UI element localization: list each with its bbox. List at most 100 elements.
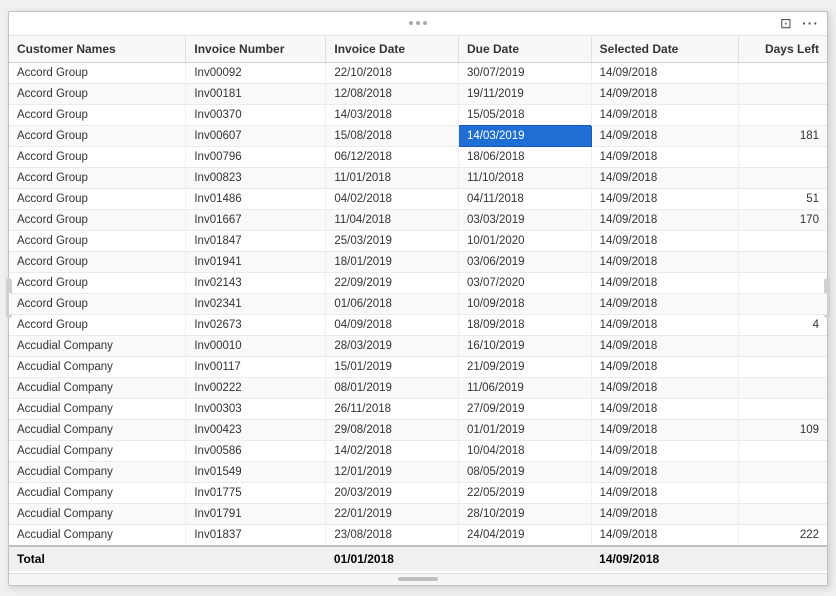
cell-invoice-date: 11/01/2018 <box>326 167 459 188</box>
cell-invoice-number: Inv01775 <box>186 482 326 503</box>
cell-invoice-number: Inv00823 <box>186 167 326 188</box>
cell-invoice-number: Inv01549 <box>186 461 326 482</box>
cell-customer: Accudial Company <box>9 503 186 524</box>
table-row[interactable]: Accord GroupInv0267304/09/201818/09/2018… <box>9 314 827 335</box>
table-row[interactable]: Accord GroupInv0037014/03/201815/05/2018… <box>9 104 827 125</box>
cell-invoice-number: Inv00370 <box>186 104 326 125</box>
cell-selected-date: 14/09/2018 <box>591 83 738 104</box>
bottom-handle[interactable] <box>398 577 438 581</box>
cell-customer: Accudial Company <box>9 524 186 546</box>
cell-due-date: 11/06/2019 <box>459 377 592 398</box>
cell-invoice-number: Inv00423 <box>186 419 326 440</box>
cell-customer: Accudial Company <box>9 482 186 503</box>
cell-due-date[interactable]: 14/03/201914/03/2019 <box>459 125 592 146</box>
table-row[interactable]: Accord GroupInv0194118/01/201903/06/2019… <box>9 251 827 272</box>
cell-days-left <box>739 503 827 524</box>
cell-invoice-date: 08/01/2019 <box>326 377 459 398</box>
cell-days-left <box>739 398 827 419</box>
cell-invoice-number: Inv00607 <box>186 125 326 146</box>
table-row[interactable]: Accord GroupInv0018112/08/201819/11/2019… <box>9 83 827 104</box>
table-row[interactable]: Accord GroupInv0234101/06/201810/09/2018… <box>9 293 827 314</box>
col-header-selected-date[interactable]: Selected Date <box>591 36 738 63</box>
cell-invoice-date: 15/01/2019 <box>326 356 459 377</box>
cell-invoice-date: 18/01/2019 <box>326 251 459 272</box>
table-row[interactable]: Accudial CompanyInv0030326/11/201827/09/… <box>9 398 827 419</box>
cell-customer: Accudial Company <box>9 440 186 461</box>
cell-customer: Accudial Company <box>9 461 186 482</box>
cell-invoice-number: Inv01486 <box>186 188 326 209</box>
cell-selected-date: 14/09/2018 <box>591 272 738 293</box>
cell-customer: Accord Group <box>9 188 186 209</box>
table-row[interactable]: Accudial CompanyInv0179122/01/201928/10/… <box>9 503 827 524</box>
cell-invoice-number: Inv02673 <box>186 314 326 335</box>
cell-selected-date: 14/09/2018 <box>591 293 738 314</box>
invoice-table: Customer Names Invoice Number Invoice Da… <box>9 36 827 571</box>
cell-invoice-date: 14/02/2018 <box>326 440 459 461</box>
cell-invoice-number: Inv01941 <box>186 251 326 272</box>
cell-selected-date: 14/09/2018 <box>591 482 738 503</box>
table-container[interactable]: Customer Names Invoice Number Invoice Da… <box>9 36 827 573</box>
cell-invoice-date: 15/08/2018 <box>326 125 459 146</box>
cell-days-left <box>739 146 827 167</box>
cell-invoice-date: 11/04/2018 <box>326 209 459 230</box>
cell-invoice-date: 01/06/2018 <box>326 293 459 314</box>
cell-invoice-number: Inv00010 <box>186 335 326 356</box>
table-row[interactable]: Accord GroupInv0166711/04/201803/03/2019… <box>9 209 827 230</box>
cell-days-left <box>739 230 827 251</box>
cell-due-date: 18/09/2018 <box>459 314 592 335</box>
more-options-icon[interactable]: ··· <box>802 15 819 31</box>
cell-days-left <box>739 62 827 83</box>
table-header-row: Customer Names Invoice Number Invoice Da… <box>9 36 827 63</box>
cell-customer: Accord Group <box>9 251 186 272</box>
col-header-due-date[interactable]: Due Date <box>459 36 592 63</box>
cell-selected-date: 14/09/2018 <box>591 356 738 377</box>
cell-due-date: 22/05/2019 <box>459 482 592 503</box>
table-row[interactable]: Accudial CompanyInv0154912/01/201908/05/… <box>9 461 827 482</box>
cell-due-date: 10/04/2018 <box>459 440 592 461</box>
footer-due-date <box>459 546 592 571</box>
col-header-days-left[interactable]: Days Left <box>739 36 827 63</box>
table-row[interactable]: Accord GroupInv0214322/09/201903/07/2020… <box>9 272 827 293</box>
cell-days-left: 222 <box>739 524 827 546</box>
cell-customer: Accord Group <box>9 209 186 230</box>
cell-due-date: 19/11/2019 <box>459 83 592 104</box>
cell-days-left: 170 <box>739 209 827 230</box>
cell-due-date: 21/09/2019 <box>459 356 592 377</box>
cell-days-left <box>739 377 827 398</box>
col-header-customer[interactable]: Customer Names <box>9 36 186 63</box>
table-row[interactable]: Accudial CompanyInv0022208/01/201911/06/… <box>9 377 827 398</box>
cell-customer: Accord Group <box>9 167 186 188</box>
main-window: ⊡ ··· Customer Names Invoice Number Invo… <box>8 11 828 586</box>
cell-selected-date: 14/09/2018 <box>591 230 738 251</box>
cell-due-date: 28/10/2019 <box>459 503 592 524</box>
table-row[interactable]: Accudial CompanyInv0177520/03/201922/05/… <box>9 482 827 503</box>
cell-invoice-number: Inv01847 <box>186 230 326 251</box>
cell-days-left: 181 <box>739 125 827 146</box>
cell-due-date: 16/10/2019 <box>459 335 592 356</box>
table-row[interactable]: Accord GroupInv0079606/12/201818/06/2018… <box>9 146 827 167</box>
cell-invoice-date: 12/01/2019 <box>326 461 459 482</box>
drag-handle[interactable] <box>409 21 427 25</box>
cell-invoice-date: 22/01/2019 <box>326 503 459 524</box>
cell-invoice-date: 12/08/2018 <box>326 83 459 104</box>
table-row[interactable]: Accudial CompanyInv0183723/08/201824/04/… <box>9 524 827 546</box>
table-row[interactable]: Accudial CompanyInv0001028/03/201916/10/… <box>9 335 827 356</box>
table-row[interactable]: Accord GroupInv0148604/02/201804/11/2018… <box>9 188 827 209</box>
table-row[interactable]: Accudial CompanyInv0042329/08/201801/01/… <box>9 419 827 440</box>
table-row[interactable]: Accord GroupInv0184725/03/201910/01/2020… <box>9 230 827 251</box>
table-row[interactable]: Accord GroupInv0082311/01/201811/10/2018… <box>9 167 827 188</box>
resize-icon[interactable]: ⊡ <box>780 15 796 31</box>
table-row[interactable]: Accudial CompanyInv0058614/02/201810/04/… <box>9 440 827 461</box>
cell-invoice-number: Inv02143 <box>186 272 326 293</box>
col-header-invoice-number[interactable]: Invoice Number <box>186 36 326 63</box>
table-row[interactable]: Accudial CompanyInv0011715/01/201921/09/… <box>9 356 827 377</box>
cell-due-date: 24/04/2019 <box>459 524 592 546</box>
col-header-invoice-date[interactable]: Invoice Date <box>326 36 459 63</box>
cell-selected-date: 14/09/2018 <box>591 125 738 146</box>
table-row[interactable]: Accord GroupInv0060715/08/201814/03/2019… <box>9 125 827 146</box>
cell-due-date: 03/06/2019 <box>459 251 592 272</box>
cell-invoice-number: Inv00181 <box>186 83 326 104</box>
cell-due-date: 01/01/2019 <box>459 419 592 440</box>
footer-days-left <box>739 546 827 571</box>
table-row[interactable]: Accord GroupInv0009222/10/201830/07/2019… <box>9 62 827 83</box>
